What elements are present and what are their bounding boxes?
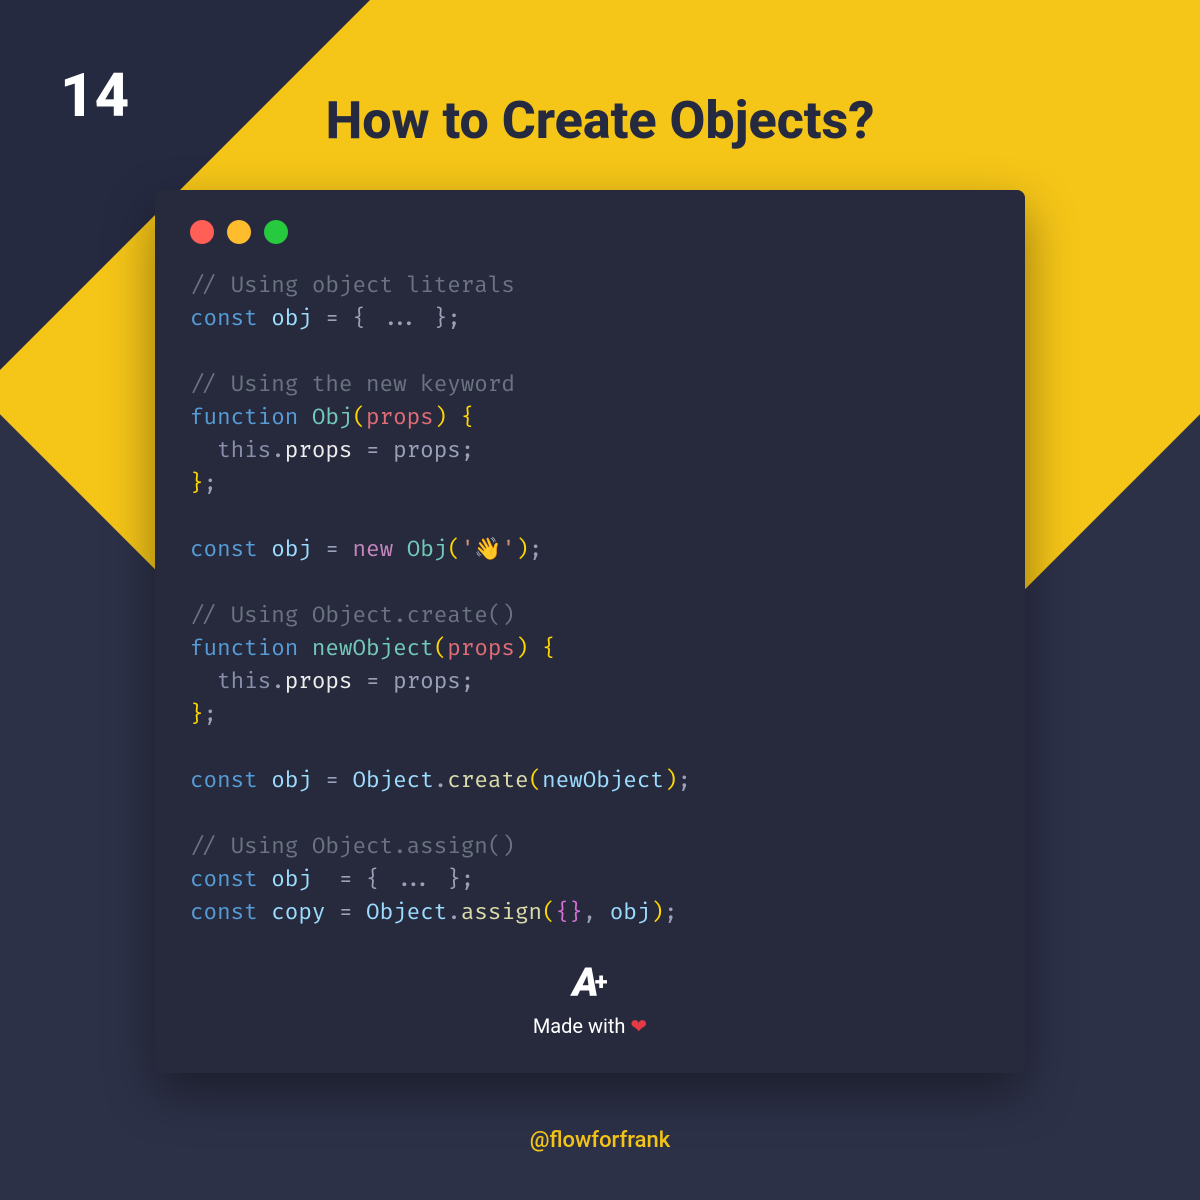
code-var: obj <box>610 899 651 926</box>
maximize-icon <box>264 220 288 244</box>
code-string: '👋' <box>461 536 515 563</box>
minimize-icon <box>227 220 251 244</box>
code-var: copy <box>271 899 325 926</box>
page-number: 14 <box>60 60 129 131</box>
code-block: // Using object literals const obj = { .… <box>190 269 990 929</box>
footer-logo: A+ Made with ❤ <box>190 959 990 1038</box>
code-this: this <box>217 668 271 695</box>
logo-plus: + <box>595 968 608 996</box>
code-keyword: const <box>190 899 258 926</box>
made-with-text: Made with ❤ <box>190 1014 990 1038</box>
page-title: How to Create Objects? <box>0 90 1200 151</box>
code-keyword: const <box>190 536 258 563</box>
window-controls <box>190 220 990 244</box>
code-keyword: function <box>190 404 298 431</box>
code-comment: // Using Object.create() <box>190 602 515 629</box>
code-param: props <box>447 635 515 662</box>
social-handle: @flowforfrank <box>0 1128 1200 1153</box>
made-with-label: Made with <box>533 1014 626 1038</box>
code-card: // Using object literals const obj = { .… <box>155 190 1025 1073</box>
heart-icon: ❤ <box>630 1014 647 1038</box>
code-new: new <box>353 536 394 563</box>
code-param: props <box>366 404 434 431</box>
code-keyword: const <box>190 866 258 893</box>
code-comment: // Using object literals <box>190 272 515 299</box>
code-this: this <box>217 437 271 464</box>
code-builtin: Object <box>353 767 434 794</box>
code-punct: = { ... }; <box>312 305 461 332</box>
code-func: Obj <box>312 404 353 431</box>
code-var: obj <box>271 305 312 332</box>
code-builtin: Object <box>366 899 447 926</box>
code-var: obj <box>271 866 312 893</box>
code-funcname: assign <box>461 899 542 926</box>
close-icon <box>190 220 214 244</box>
code-prop: props <box>285 668 353 695</box>
code-func: Obj <box>407 536 448 563</box>
code-var: obj <box>271 536 312 563</box>
code-comment: // Using the new keyword <box>190 371 515 398</box>
code-funcname: create <box>447 767 528 794</box>
code-var: newObject <box>542 767 664 794</box>
code-comment: // Using Object.assign() <box>190 833 515 860</box>
code-prop: props <box>285 437 353 464</box>
code-keyword: const <box>190 305 258 332</box>
code-keyword: const <box>190 767 258 794</box>
code-keyword: function <box>190 635 298 662</box>
logo-letter: A <box>572 959 596 1006</box>
code-func: newObject <box>312 635 434 662</box>
code-punct: = { ... }; <box>312 866 474 893</box>
code-punct: = props; <box>352 437 474 464</box>
code-var: obj <box>271 767 312 794</box>
code-punct: = props; <box>352 668 474 695</box>
